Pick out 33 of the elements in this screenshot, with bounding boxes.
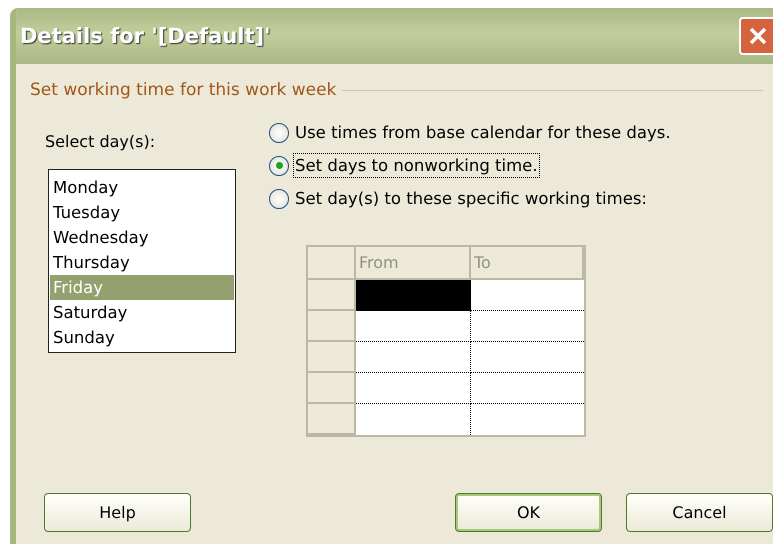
radio-button[interactable] [269,188,289,208]
close-icon [748,26,768,46]
list-item[interactable]: Sunday [50,325,234,350]
time-cell[interactable] [471,373,584,404]
time-cell[interactable] [356,311,471,342]
radio-button[interactable] [269,122,289,142]
column-header: To [471,247,584,280]
list-item[interactable]: Thursday [50,250,234,275]
radio-button[interactable] [269,156,289,176]
dialog-button[interactable]: Cancel [626,493,773,532]
window-title: Details for '[Default]' [20,24,271,48]
time-cell[interactable] [356,342,471,373]
time-cell[interactable] [471,280,584,311]
option-label[interactable]: Set day(s) to these specific working times: [293,186,649,211]
dialog-button[interactable]: Help [44,493,191,532]
time-cell[interactable] [356,404,471,435]
time-cell[interactable] [356,373,471,404]
list-item[interactable]: Monday [50,175,234,200]
group-label: Set working time for this work week [30,80,336,100]
list-item[interactable]: Tuesday [50,200,234,225]
list-item[interactable]: Saturday [50,300,234,325]
list-item[interactable]: Wednesday [50,225,234,250]
column-header: From [356,247,471,280]
option-label[interactable]: Set days to nonworking time. [293,153,540,178]
dialog-button[interactable]: OK [455,493,602,532]
close-button[interactable] [739,17,773,55]
time-cell[interactable] [471,404,584,435]
time-cell[interactable] [471,311,584,342]
time-cell[interactable] [356,280,471,311]
days-listbox[interactable]: Monday Tuesday Wednesday Thursday Friday Saturday Sunday [48,169,236,353]
option-label[interactable]: Use times from base calendar for these days. [293,120,673,145]
days-label: Select day(s): [45,132,156,151]
time-cell[interactable] [471,342,584,373]
